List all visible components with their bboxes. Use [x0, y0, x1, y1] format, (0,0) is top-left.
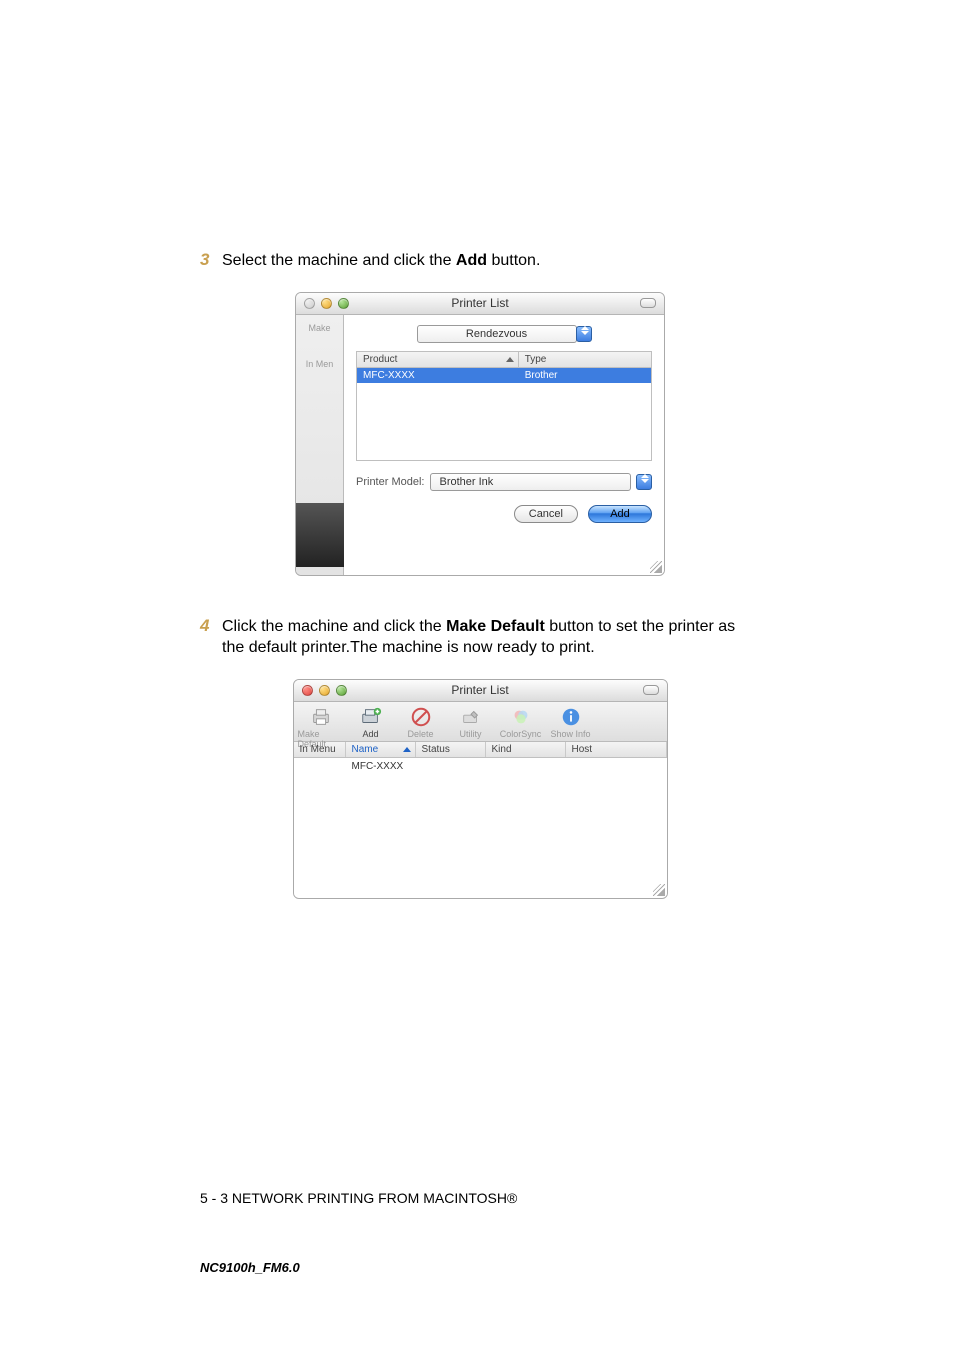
connection-popup[interactable]: Rendezvous — [417, 325, 577, 343]
add-button[interactable]: Add — [588, 505, 652, 523]
col-type[interactable]: Type — [519, 352, 651, 367]
cell-type: Brother — [519, 368, 651, 383]
colorsync-icon — [507, 705, 535, 729]
sidebar-make-label: Make — [308, 323, 330, 333]
popup-arrows-icon[interactable] — [576, 326, 592, 342]
window-title: Printer List — [296, 296, 664, 310]
resize-grip-icon[interactable] — [653, 884, 665, 896]
step-3-text: Select the machine and click the Add but… — [222, 250, 540, 272]
toolbar: Make Default Add Delete Utility — [294, 702, 667, 742]
toolbar-toggle-icon[interactable] — [640, 298, 656, 308]
titlebar: Printer List — [294, 680, 667, 702]
show-info-button[interactable]: Show Info — [548, 705, 594, 739]
printer-add-icon — [357, 705, 385, 729]
window-title: Printer List — [294, 683, 667, 697]
sort-asc-icon — [403, 747, 411, 752]
step-3: 3 Select the machine and click the Add b… — [200, 250, 760, 272]
toolbar-toggle-icon[interactable] — [643, 685, 659, 695]
doc-id: NC9100h_FM6.0 — [200, 1260, 300, 1275]
col-kind[interactable]: Kind — [486, 742, 566, 757]
utility-icon — [457, 705, 485, 729]
printer-model-label: Printer Model: — [356, 476, 424, 488]
printer-row-selected[interactable]: MFC-XXXX Brother — [357, 368, 651, 383]
popup-arrows-icon[interactable] — [636, 474, 652, 490]
cell-product: MFC-XXXX — [357, 368, 519, 383]
sidebar-inmenu-label: In Men — [306, 359, 334, 369]
printer-row[interactable]: MFC-XXXX — [294, 760, 667, 773]
step-number: 3 — [200, 250, 222, 270]
sidebar-dark-strip — [296, 503, 344, 567]
printer-list-window: Printer List Make Default Add Delete — [293, 679, 668, 899]
sort-asc-icon — [506, 357, 514, 362]
col-name[interactable]: Name — [346, 742, 416, 757]
info-icon — [557, 705, 585, 729]
col-status[interactable]: Status — [416, 742, 486, 757]
cell-name: MFC-XXXX — [346, 760, 416, 773]
step-4: 4 Click the machine and click the Make D… — [200, 616, 760, 659]
col-in-menu[interactable]: In Menu — [294, 742, 346, 757]
cancel-button[interactable]: Cancel — [514, 505, 578, 523]
col-product[interactable]: Product — [357, 352, 519, 367]
printer-table: Product Type MFC-XXXX Brother — [356, 351, 652, 461]
add-printer-dialog: Printer List Make In Men Rendezvous Prod… — [295, 292, 665, 576]
printer-model-popup[interactable]: Brother Ink — [430, 473, 631, 491]
step-4-text: Click the machine and click the Make Def… — [222, 616, 760, 659]
utility-button[interactable]: Utility — [448, 705, 494, 739]
delete-icon — [407, 705, 435, 729]
col-host[interactable]: Host — [566, 742, 667, 757]
colorsync-button[interactable]: ColorSync — [498, 705, 544, 739]
add-printer-button[interactable]: Add — [348, 705, 394, 739]
delete-button[interactable]: Delete — [398, 705, 444, 739]
printer-list-body: MFC-XXXX — [294, 758, 667, 898]
resize-grip-icon[interactable] — [650, 561, 662, 573]
titlebar: Printer List — [296, 293, 664, 315]
step-number: 4 — [200, 616, 222, 636]
page-footer: 5 - 3 NETWORK PRINTING FROM MACINTOSH® — [200, 1190, 517, 1206]
printer-icon — [307, 705, 335, 729]
printer-list-header: In Menu Name Status Kind Host — [294, 742, 667, 758]
